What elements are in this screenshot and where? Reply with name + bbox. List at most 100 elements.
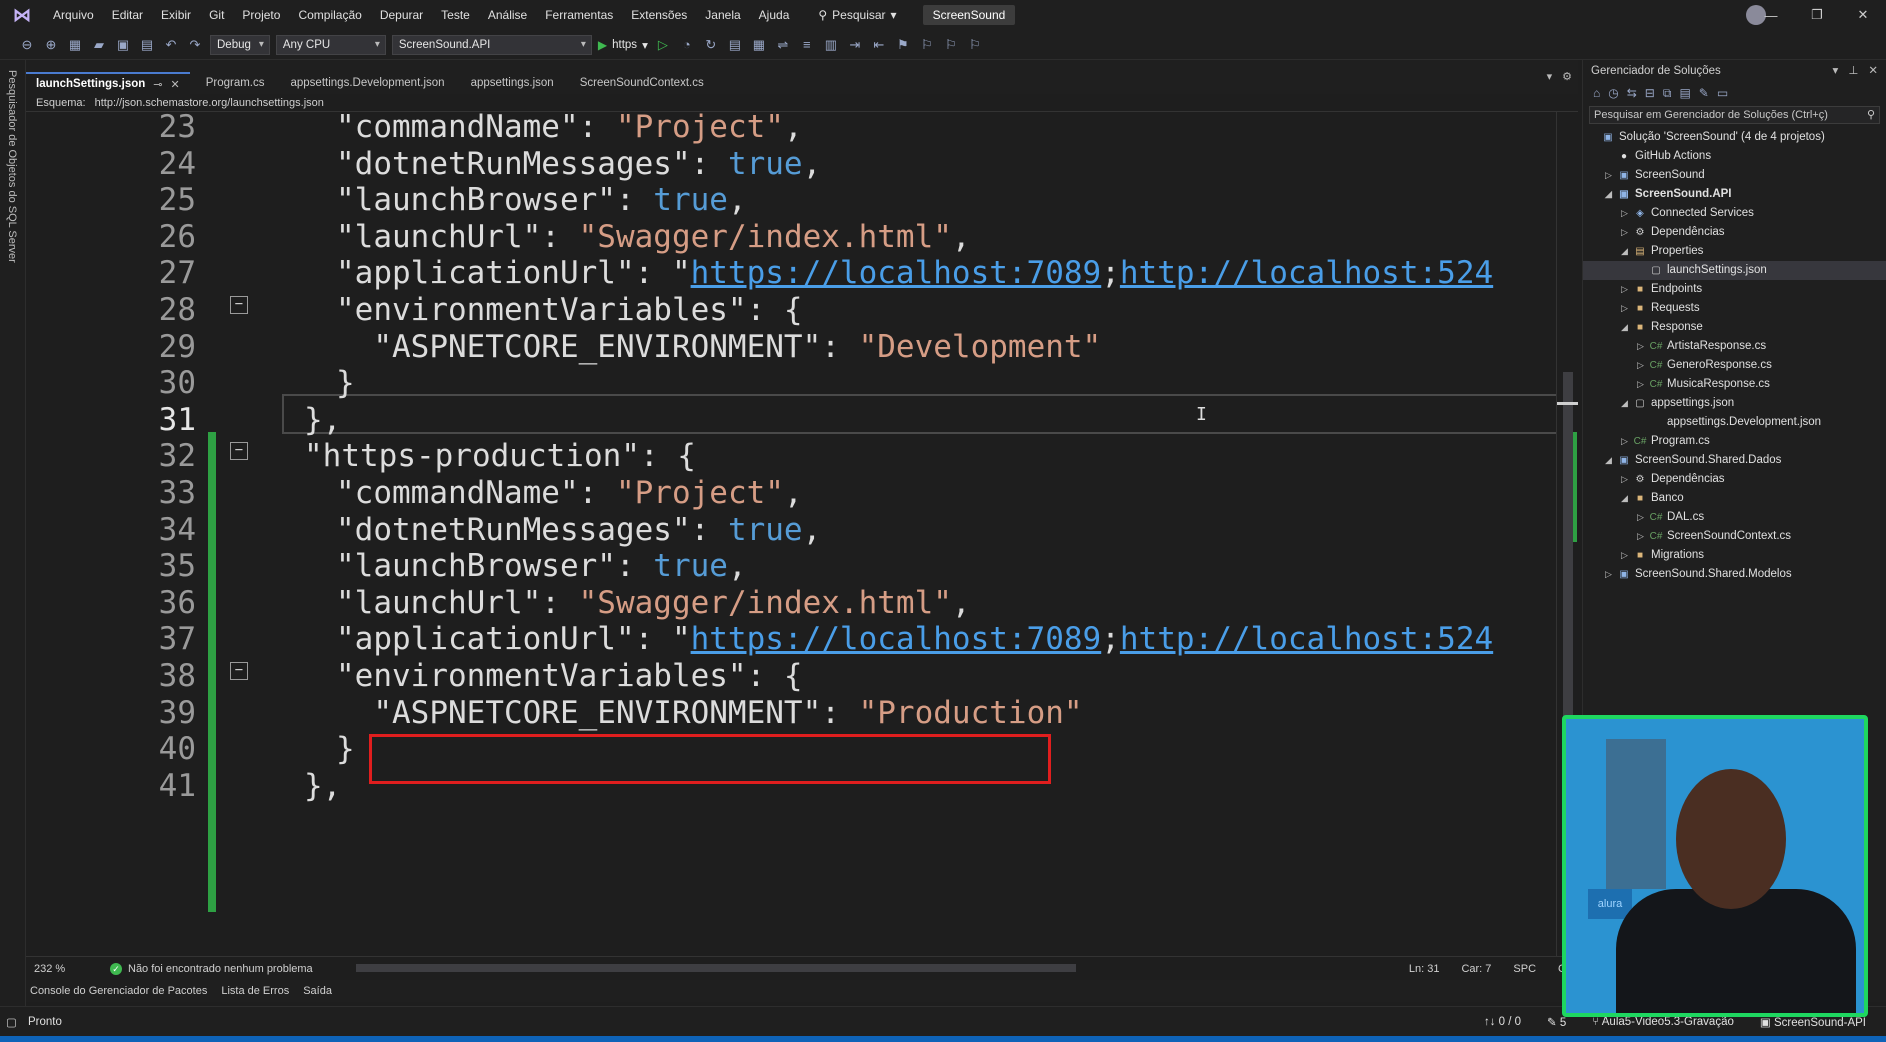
tree-node[interactable]: ▷ ⚙ Dependências [1583,470,1886,489]
menu-item[interactable]: Teste [432,0,479,30]
bookmark-next-icon[interactable]: ⚐ [942,37,960,53]
sql-explorer-label[interactable]: Pesquisador de Objetos do SQL Server [6,70,18,263]
collapsed-arrow-icon[interactable]: ▷ [1605,565,1617,584]
bookmark-prev-icon[interactable]: ⚐ [918,37,936,53]
tree-node[interactable]: ▷ C# MusicaResponse.cs [1583,375,1886,394]
close-icon[interactable]: ✕ [170,78,179,91]
redo-icon[interactable]: ↷ [186,37,204,53]
tree-node[interactable]: ▢ launchSettings.json [1583,261,1886,280]
editor-tab[interactable]: launchSettings.json ⊸ ✕ [26,72,190,94]
editor-tab[interactable]: Program.cs [196,72,275,94]
bookmark-clear-icon[interactable]: ⚐ [966,37,984,53]
collapse-region-icon[interactable]: − [230,442,248,461]
output-tab[interactable]: Console do Gerenciador de Pacotes [30,985,207,997]
indent-icon[interactable]: ⇥ [846,37,864,53]
collapse-region-icon[interactable]: − [230,296,248,314]
tree-node[interactable]: ▷ ■ Migrations [1583,546,1886,565]
line-indicator[interactable]: Ln: 31 [1409,963,1440,975]
solution-search-input[interactable]: Pesquisar em Gerenciador de Soluções (Ct… [1589,106,1880,124]
zoom-level[interactable]: 232 % [26,963,96,975]
collapsed-arrow-icon[interactable]: ▷ [1605,166,1617,185]
collapsed-arrow-icon[interactable]: ▷ [1621,470,1633,489]
forward-icon[interactable]: ⊕ [42,37,60,53]
tree-node[interactable]: ▷ C# Program.cs [1583,432,1886,451]
expanded-arrow-icon[interactable]: ◢ [1621,394,1633,413]
expanded-arrow-icon[interactable]: ◢ [1605,185,1617,204]
collapsed-arrow-icon[interactable]: ▷ [1637,375,1649,394]
tab-list-dropdown-icon[interactable]: ▾ [1547,70,1553,83]
tree-node[interactable]: ▷ C# ScreenSoundContext.cs [1583,527,1886,546]
dropdown-icon[interactable]: ▾ [1833,60,1839,82]
save-icon[interactable]: ▣ [114,37,132,53]
url-link[interactable]: http://localhost:524 [1120,255,1493,291]
expanded-arrow-icon[interactable]: ◢ [1621,489,1633,508]
menu-item[interactable]: Projeto [233,0,289,30]
maximize-icon[interactable]: ❐ [1794,7,1840,23]
collapse-icon[interactable]: ⊟ [1645,86,1655,100]
step-icon[interactable]: ⇌ [774,37,792,53]
tree-node[interactable]: ▷ ▣ ScreenSound [1583,166,1886,185]
branch-status[interactable]: ⑂ Aula5-Video5.3-Gravação [1592,1016,1734,1028]
tree-node[interactable]: ◢ ▤ Properties [1583,242,1886,261]
pin-icon[interactable]: ⊸ [153,78,162,91]
tree-node[interactable]: ▷ C# DAL.cs [1583,508,1886,527]
collapsed-arrow-icon[interactable]: ▷ [1621,299,1633,318]
minimize-icon[interactable]: — [1748,8,1794,23]
save-all-icon[interactable]: ▤ [138,37,156,53]
collapse-region-icon[interactable]: − [230,662,248,680]
output-tab[interactable]: Saída [303,985,332,997]
tree-node[interactable]: ◢ ■ Banco [1583,489,1886,508]
back-icon[interactable]: ⊖ [18,37,36,53]
show-all-icon[interactable]: ⧉ [1663,86,1672,101]
code-line[interactable]: 41}, [26,768,1556,812]
tree-node[interactable]: ● GitHub Actions [1583,147,1886,166]
configuration-select[interactable]: Debug [210,34,270,55]
menu-item[interactable]: Editar [103,0,152,30]
comment-icon[interactable]: ▥ [822,37,840,53]
whitespace-mode[interactable]: SPC [1513,963,1536,975]
browser-icon[interactable]: ▤ [726,37,744,53]
tree-node[interactable]: ▷ C# GeneroResponse.cs [1583,356,1886,375]
menu-item[interactable]: Ajuda [750,0,799,30]
column-indicator[interactable]: Car: 7 [1461,963,1491,975]
expanded-arrow-icon[interactable]: ◢ [1621,242,1633,261]
expanded-arrow-icon[interactable]: ◢ [1621,318,1633,337]
startup-project-select[interactable]: ScreenSound.API [391,34,592,55]
issues-status[interactable]: Não foi encontrado nenhum problema [128,963,313,975]
bookmark-icon[interactable]: ⚑ [894,37,912,53]
menu-item[interactable]: Compilação [289,0,370,30]
tree-node[interactable]: ◢ ▣ ScreenSound.API [1583,185,1886,204]
home-icon[interactable]: ⌂ [1593,86,1600,100]
tree-node[interactable]: ▷ C# ArtistaResponse.cs [1583,337,1886,356]
refresh-icon[interactable]: ↻ [702,37,720,53]
scrollbar-thumb[interactable] [1563,372,1573,752]
sync-status[interactable]: ↑↓ 0 / 0 [1484,1016,1521,1028]
filter-icon[interactable]: ▤ [1679,86,1690,100]
tree-node[interactable]: ▣ Solução 'ScreenSound' (4 de 4 projetos) [1583,128,1886,147]
menu-item[interactable]: Arquivo [44,0,103,30]
output-tab[interactable]: Lista de Erros [221,985,289,997]
close-icon[interactable]: ✕ [1840,7,1886,23]
collapsed-arrow-icon[interactable]: ▷ [1621,280,1633,299]
collapsed-arrow-icon[interactable]: ▷ [1637,337,1649,356]
tree-node[interactable]: ▷ ■ Endpoints [1583,280,1886,299]
run-button[interactable]: ▶ https ▾ [598,38,648,52]
close-panel-icon[interactable]: ✕ [1868,60,1878,82]
platform-select[interactable]: Any CPU [275,34,386,55]
settings-icon[interactable]: ⚙ [1562,70,1572,83]
tree-node[interactable]: appsettings.Development.json [1583,413,1886,432]
collapsed-arrow-icon[interactable]: ▷ [1621,204,1633,223]
tree-node[interactable]: ▷ ⚙ Dependências [1583,223,1886,242]
history-icon[interactable]: ◷ [1608,86,1618,100]
menu-item[interactable]: Análise [479,0,536,30]
expanded-arrow-icon[interactable]: ◢ [1605,451,1617,470]
new-project-icon[interactable]: ▦ [66,37,84,53]
collapsed-arrow-icon[interactable]: ▷ [1637,527,1649,546]
preview-icon[interactable]: ▭ [1717,86,1728,100]
editor-tab[interactable]: appsettings.Development.json [281,72,455,94]
undo-icon[interactable]: ↶ [162,37,180,53]
tree-node[interactable]: ◢ ■ Response [1583,318,1886,337]
attach-icon[interactable]: ◔ [678,37,696,52]
run-without-debug-icon[interactable]: ▷ [654,37,672,53]
code-editor[interactable]: Ι 23 "commandName": "Project", 24 "dotnetRu… [26,112,1578,956]
